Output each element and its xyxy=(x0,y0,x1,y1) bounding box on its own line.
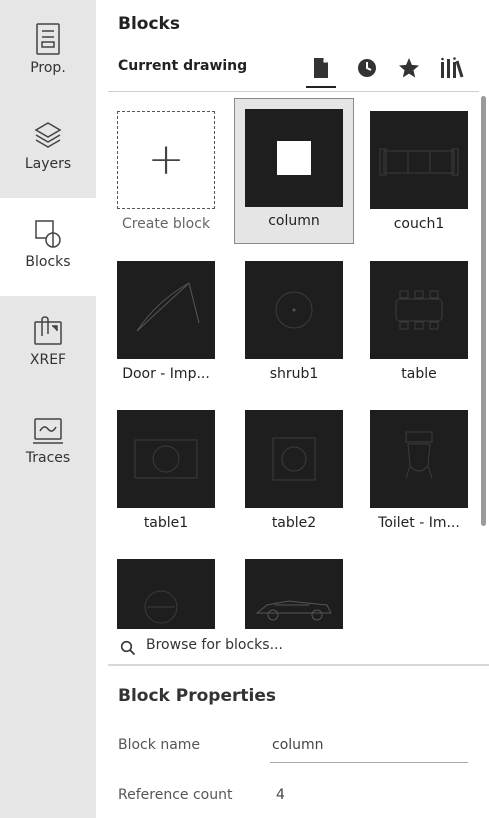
block-label: column xyxy=(268,213,320,229)
grid-scrollbar[interactable] xyxy=(481,96,486,526)
block-label: table2 xyxy=(271,515,317,531)
tab-recent[interactable] xyxy=(352,52,382,86)
block-tile-table[interactable]: table xyxy=(359,250,479,396)
block-tile-couch1[interactable]: couch1 xyxy=(359,100,479,246)
clock-icon xyxy=(358,59,376,77)
plus-icon: + xyxy=(147,134,185,185)
sidebar: Prop. Layers Blocks XREF Traces xyxy=(0,0,96,818)
traces-icon xyxy=(33,418,63,444)
sidebar-item-label: XREF xyxy=(29,352,67,368)
block-tile-table1[interactable]: table1 xyxy=(106,399,226,545)
browse-label: Browse for blocks... xyxy=(146,637,283,653)
panel-title: Blocks xyxy=(118,14,180,34)
block-name-field[interactable]: column xyxy=(272,737,324,753)
block-tile-shrub1[interactable]: shrub1 xyxy=(234,250,354,396)
sidebar-item-label: Prop. xyxy=(30,60,66,76)
document-icon xyxy=(314,58,328,78)
layers-icon xyxy=(34,122,62,148)
sidebar-item-prop[interactable]: Prop. xyxy=(0,0,96,98)
block-label: table1 xyxy=(143,515,189,531)
library-icon xyxy=(441,57,464,78)
block-thumbnail xyxy=(245,559,343,629)
block-label: Toilet - Im... xyxy=(378,515,460,531)
tab-libraries[interactable] xyxy=(436,52,466,86)
block-name-underline xyxy=(270,762,468,763)
block-thumbnail xyxy=(117,559,215,629)
blocks-panel: Blocks Current drawing + Create block co… xyxy=(96,0,489,818)
sidebar-item-xref[interactable]: XREF xyxy=(0,296,96,394)
sidebar-item-label: Layers xyxy=(24,156,72,172)
create-block-button[interactable]: + xyxy=(117,111,215,209)
block-label: table xyxy=(401,366,437,382)
block-tile-unnamed-1[interactable] xyxy=(106,548,226,629)
browse-for-blocks[interactable]: Browse for blocks... xyxy=(96,630,489,664)
block-thumbnail xyxy=(370,111,468,209)
block-thumbnail xyxy=(245,261,343,359)
sidebar-item-label: Traces xyxy=(25,450,71,466)
block-name-label: Block name xyxy=(118,737,201,753)
tab-favorites[interactable] xyxy=(394,52,424,86)
sidebar-item-traces[interactable]: Traces xyxy=(0,394,96,492)
reference-count-value: 4 xyxy=(276,787,285,803)
sidebar-item-label: Blocks xyxy=(25,254,71,270)
block-label: shrub1 xyxy=(269,366,319,382)
block-thumbnail xyxy=(245,410,343,508)
header-divider xyxy=(108,91,479,92)
block-properties-title: Block Properties xyxy=(118,686,276,706)
block-tile-door[interactable]: Door - Imp... xyxy=(106,250,226,396)
xref-icon xyxy=(34,316,62,345)
create-block-label: Create block xyxy=(121,216,211,232)
block-label: Door - Imp... xyxy=(122,366,210,382)
block-thumbnail xyxy=(370,410,468,508)
block-thumbnail xyxy=(117,410,215,508)
properties-icon xyxy=(36,23,60,55)
sidebar-item-layers[interactable]: Layers xyxy=(0,98,96,196)
sidebar-item-blocks[interactable]: Blocks xyxy=(0,198,96,296)
block-tile-toilet[interactable]: Toilet - Im... xyxy=(359,399,479,545)
create-block-tile[interactable]: + Create block xyxy=(106,100,226,246)
block-thumbnail xyxy=(117,261,215,359)
block-thumbnail xyxy=(370,261,468,359)
blocks-grid: + Create block column couch1 Door - Imp.… xyxy=(96,96,489,629)
search-icon xyxy=(120,640,136,656)
block-thumbnail xyxy=(245,109,343,207)
block-tile-table2[interactable]: table2 xyxy=(234,399,354,545)
block-label: couch1 xyxy=(393,216,445,232)
current-drawing-label: Current drawing xyxy=(118,58,248,74)
block-tile-column[interactable]: column xyxy=(234,98,354,244)
reference-count-label: Reference count xyxy=(118,787,233,803)
blocks-icon xyxy=(35,220,61,248)
block-tile-unnamed-2[interactable] xyxy=(234,548,354,629)
tab-current-drawing[interactable] xyxy=(306,52,336,88)
properties-divider xyxy=(108,664,489,666)
star-icon xyxy=(399,58,419,78)
